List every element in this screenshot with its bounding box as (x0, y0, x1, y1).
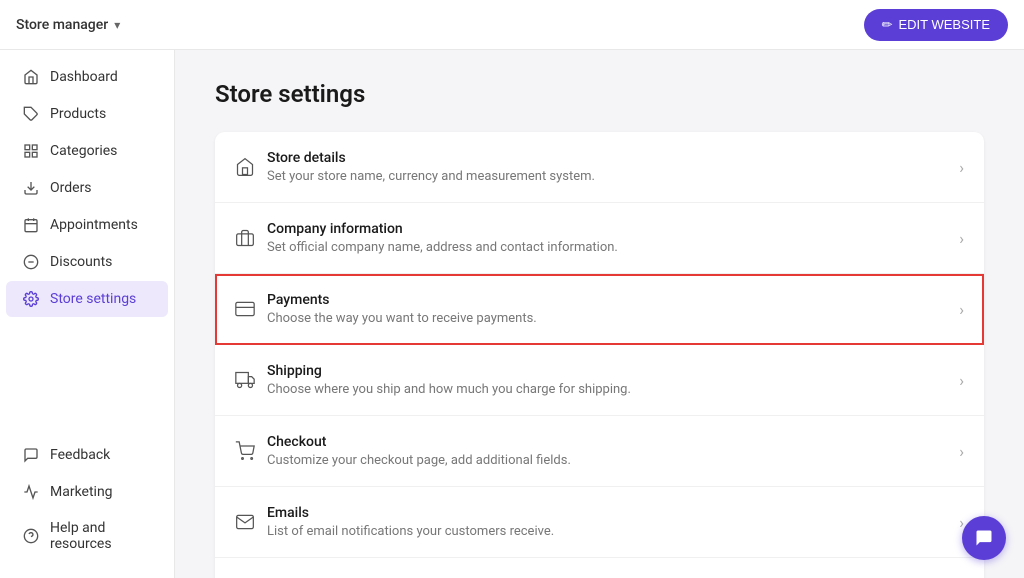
download-icon (22, 179, 40, 197)
sidebar-label: Marketing (50, 484, 113, 500)
shipping-desc: Choose where you ship and how much you c… (267, 382, 949, 397)
grid-icon (22, 142, 40, 160)
sidebar-item-categories[interactable]: Categories (6, 133, 168, 169)
payments-desc: Choose the way you want to receive payme… (267, 311, 949, 326)
settings-icon (22, 290, 40, 308)
checkout-title: Checkout (267, 434, 949, 450)
tag-icon (22, 105, 40, 123)
sidebar-item-orders[interactable]: Orders (6, 170, 168, 206)
sidebar-item-feedback[interactable]: Feedback (6, 437, 168, 473)
store-details-content: Store details Set your store name, curre… (267, 150, 949, 184)
page-title: Store settings (215, 80, 984, 108)
sidebar-item-marketing[interactable]: Marketing (6, 474, 168, 510)
chevron-down-icon: ▾ (114, 18, 120, 32)
sidebar-label: Dashboard (50, 69, 118, 85)
emails-content: Emails List of email notifications your … (267, 505, 949, 539)
sidebar-item-discounts[interactable]: Discounts (6, 244, 168, 280)
chevron-right-icon: › (959, 300, 964, 319)
sidebar-label: Products (50, 106, 106, 122)
sidebar-item-products[interactable]: Products (6, 96, 168, 132)
sidebar-label: Discounts (50, 254, 112, 270)
company-desc: Set official company name, address and c… (267, 240, 949, 255)
help-icon (22, 527, 40, 545)
store-details-icon (235, 157, 267, 177)
shipping-content: Shipping Choose where you ship and how m… (267, 363, 949, 397)
sidebar-label: Orders (50, 180, 92, 196)
sidebar-item-store-settings[interactable]: Store settings (6, 281, 168, 317)
emails-title: Emails (267, 505, 949, 521)
sidebar-main-nav: Dashboard Products Categories Orders (0, 58, 174, 436)
store-name: Store manager (16, 17, 108, 33)
sidebar-item-dashboard[interactable]: Dashboard (6, 59, 168, 95)
edit-website-button[interactable]: ✏ EDIT WEBSITE (864, 9, 1008, 41)
emails-icon (235, 512, 267, 532)
settings-item-payments[interactable]: Payments Choose the way you want to rece… (215, 274, 984, 345)
sidebar-item-appointments[interactable]: Appointments (6, 207, 168, 243)
sidebar-bottom-nav: Feedback Marketing Help and resources (0, 436, 174, 570)
settings-item-checkout[interactable]: Checkout Customize your checkout page, a… (215, 416, 984, 487)
shipping-title: Shipping (267, 363, 949, 379)
discounts-icon (22, 253, 40, 271)
sidebar: Dashboard Products Categories Orders (0, 50, 175, 578)
calendar-icon (22, 216, 40, 234)
company-title: Company information (267, 221, 949, 237)
settings-card: Store details Set your store name, curre… (215, 132, 984, 578)
store-details-desc: Set your store name, currency and measur… (267, 169, 949, 184)
edit-icon: ✏ (882, 17, 893, 33)
payments-icon (235, 299, 267, 319)
feedback-icon (22, 446, 40, 464)
sidebar-item-help[interactable]: Help and resources (6, 511, 168, 561)
store-manager-dropdown[interactable]: Store manager ▾ (16, 17, 120, 33)
sidebar-label: Feedback (50, 447, 110, 463)
payments-content: Payments Choose the way you want to rece… (267, 292, 949, 326)
company-icon (235, 228, 267, 248)
chat-button[interactable] (962, 516, 1006, 560)
store-details-title: Store details (267, 150, 949, 166)
home-icon (22, 68, 40, 86)
checkout-desc: Customize your checkout page, add additi… (267, 453, 949, 468)
sidebar-label: Store settings (50, 291, 136, 307)
settings-item-emails[interactable]: Emails List of email notifications your … (215, 487, 984, 558)
checkout-icon (235, 441, 267, 461)
payments-title: Payments (267, 292, 949, 308)
topbar: Store manager ▾ ✏ EDIT WEBSITE (0, 0, 1024, 50)
settings-item-shipping[interactable]: Shipping Choose where you ship and how m… (215, 345, 984, 416)
settings-item-taxes[interactable]: Taxes Manage how your business collects … (215, 558, 984, 578)
chevron-right-icon: › (959, 442, 964, 461)
settings-item-company[interactable]: Company information Set official company… (215, 203, 984, 274)
settings-item-store-details[interactable]: Store details Set your store name, curre… (215, 132, 984, 203)
chevron-right-icon: › (959, 371, 964, 390)
sidebar-label: Appointments (50, 217, 138, 233)
chevron-right-icon: › (959, 229, 964, 248)
sidebar-label: Help and resources (50, 520, 152, 552)
checkout-content: Checkout Customize your checkout page, a… (267, 434, 949, 468)
emails-desc: List of email notifications your custome… (267, 524, 949, 539)
chevron-right-icon: › (959, 158, 964, 177)
company-content: Company information Set official company… (267, 221, 949, 255)
layout: Dashboard Products Categories Orders (0, 50, 1024, 578)
marketing-icon (22, 483, 40, 501)
main-content: Store settings Store details Set your st… (175, 50, 1024, 578)
shipping-icon (235, 370, 267, 390)
sidebar-label: Categories (50, 143, 117, 159)
